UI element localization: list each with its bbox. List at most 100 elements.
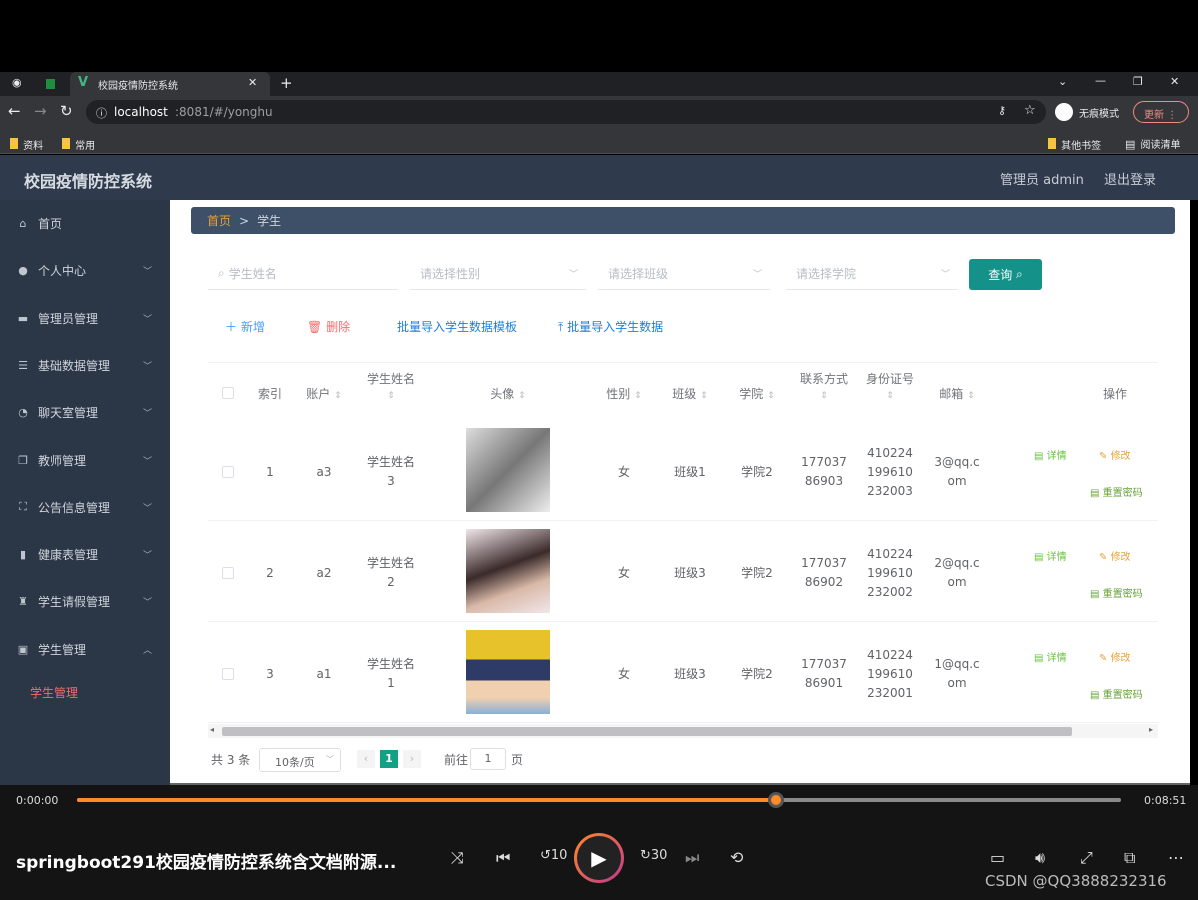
key-icon[interactable]: ⚷ [998, 104, 1006, 117]
plus-icon: ＋ [225, 320, 238, 334]
back-icon[interactable]: ← [8, 102, 21, 120]
goto-page-input[interactable]: 1 [470, 748, 506, 770]
repeat-off-icon[interactable]: ⟲ [730, 848, 743, 867]
sort-icon[interactable]: ⇕ [634, 391, 642, 401]
reset-password-button[interactable]: ▤ 重置密码 [1090, 484, 1143, 499]
sort-icon[interactable]: ⇕ [967, 391, 975, 401]
sheet-tab-icon[interactable] [46, 79, 55, 89]
sidebar-item[interactable]: ☰ 基础数据管理 ﹀ [0, 342, 170, 389]
close-tab-icon[interactable]: ✕ [248, 76, 257, 89]
detail-button[interactable]: ▤ 详情 [1034, 447, 1067, 462]
reload-icon[interactable]: ↻ [60, 102, 73, 120]
play-button[interactable]: ▶ [574, 833, 624, 883]
sidebar-item[interactable]: ❐ 教师管理 ﹀ [0, 437, 170, 484]
column-header[interactable]: 身份证号 ⇕ [855, 370, 925, 401]
column-header[interactable]: 学院 ⇕ [722, 385, 792, 402]
seek-handle[interactable] [768, 792, 785, 808]
detail-button[interactable]: ▤ 详情 [1034, 649, 1067, 664]
reset-password-button[interactable]: ▤ 重置密码 [1090, 686, 1143, 701]
delete-button[interactable]: 🗑 删除 [307, 318, 350, 335]
other-bookmarks[interactable]: 其他书签 [1048, 134, 1101, 153]
close-window-icon[interactable]: ✕ [1170, 75, 1179, 88]
detail-button[interactable]: ▤ 详情 [1034, 548, 1067, 563]
sidebar-item[interactable]: ◔ 聊天室管理 ﹀ [0, 389, 170, 436]
sidebar-item[interactable]: ▣ 学生管理 ︿ [0, 626, 170, 673]
globe-icon[interactable]: ◉ [12, 76, 22, 89]
fullscreen-icon[interactable]: ⤢ [1080, 848, 1093, 868]
previous-icon[interactable]: ⏮ [496, 848, 510, 868]
column-header[interactable]: 账户 ⇕ [289, 385, 359, 402]
class-select[interactable]: 请选择班级 ﹀ [598, 258, 770, 290]
minimize-icon[interactable]: — [1095, 74, 1106, 87]
edit-button[interactable]: ✎ 修改 [1099, 548, 1131, 563]
page-1-button[interactable]: 1 [380, 750, 398, 768]
query-button[interactable]: 查询 ⌕ [969, 259, 1042, 290]
scrollbar-thumb[interactable] [222, 727, 1072, 736]
breadcrumb-home[interactable]: 首页 [207, 212, 231, 229]
sort-icon[interactable]: ⇕ [518, 391, 526, 401]
download-template-button[interactable]: 批量导入学生数据模板 [397, 318, 517, 335]
tab-search-icon[interactable]: ⌄ [1058, 75, 1067, 88]
scroll-left-icon[interactable]: ◂ [210, 725, 214, 734]
rewind-10-icon[interactable]: ↺10 [540, 848, 567, 863]
student-name-input[interactable]: ⌕ 学生姓名 [208, 258, 398, 290]
select-all-checkbox[interactable] [222, 387, 234, 399]
row-checkbox[interactable] [222, 567, 234, 579]
sort-icon[interactable]: ⇕ [387, 391, 395, 401]
sidebar-item[interactable]: ▮ 健康表管理 ﹀ [0, 531, 170, 578]
college-select[interactable]: 请选择学院 ﹀ [786, 258, 958, 290]
logout-link[interactable]: 退出登录 [1104, 169, 1156, 188]
edit-button[interactable]: ✎ 修改 [1099, 447, 1131, 462]
url-input[interactable]: ⓘ localhost :8081/#/yonghu ⚷ ☆ [86, 100, 1046, 124]
sidebar-item[interactable]: ⛶ 公告信息管理 ﹀ [0, 484, 170, 531]
bookmark-folder[interactable]: 资料 [10, 134, 43, 153]
column-header[interactable]: 联系方式 ⇕ [789, 370, 859, 401]
mini-player-icon[interactable]: ⧉ [1124, 848, 1135, 868]
sidebar-item[interactable]: ● 个人中心 ﹀ [0, 247, 170, 294]
class-placeholder: 请选择班级 [608, 267, 669, 281]
column-header[interactable]: 班级 ⇕ [655, 385, 725, 402]
sort-icon[interactable]: ⇕ [334, 391, 342, 401]
horizontal-scrollbar[interactable]: ◂ ▸ [208, 724, 1158, 738]
forward-30-icon[interactable]: ↻30 [640, 848, 667, 863]
add-button[interactable]: ＋ 新增 [225, 318, 265, 335]
reset-password-button[interactable]: ▤ 重置密码 [1090, 585, 1143, 600]
row-checkbox[interactable] [222, 466, 234, 478]
shuffle-icon[interactable]: ⤨ [451, 848, 464, 868]
import-button[interactable]: ⤒ 批量导入学生数据 [558, 318, 663, 335]
volume-icon[interactable]: 🔊︎ [1035, 848, 1045, 868]
seek-bar[interactable] [77, 792, 1121, 808]
more-icon[interactable]: ⋯ [1168, 848, 1184, 867]
sort-icon[interactable]: ⇕ [767, 391, 775, 401]
new-tab-icon[interactable]: + [280, 74, 293, 92]
update-button[interactable]: 更新 ⋮ [1133, 101, 1189, 123]
next-page-button[interactable]: › [403, 750, 421, 768]
prev-page-button[interactable]: ‹ [357, 750, 375, 768]
column-header[interactable]: 学生姓名 ⇕ [356, 370, 426, 401]
subtitles-icon[interactable]: ▭ [990, 848, 1005, 867]
column-header[interactable]: 邮箱 ⇕ [922, 385, 992, 402]
reading-list[interactable]: ▤ 阅读清单 [1125, 133, 1181, 152]
star-icon[interactable]: ☆ [1024, 103, 1036, 118]
row-checkbox[interactable] [222, 668, 234, 680]
scroll-right-icon[interactable]: ▸ [1149, 725, 1153, 734]
sidebar-item[interactable]: ▬ 管理员管理 ﹀ [0, 295, 170, 342]
maximize-icon[interactable]: ❐ [1133, 75, 1143, 88]
column-header[interactable]: 头像 ⇕ [473, 385, 543, 402]
sidebar-item[interactable]: ⌂ 首页 [0, 200, 170, 247]
next-icon[interactable]: ⏭ [685, 848, 699, 868]
column-header[interactable]: 性别 ⇕ [589, 385, 659, 402]
page-size-select[interactable]: 10条/页 ﹀ [259, 748, 341, 772]
sort-icon[interactable]: ⇕ [700, 391, 708, 401]
sidebar-item[interactable]: ♜ 学生请假管理 ﹀ [0, 578, 170, 625]
gender-select[interactable]: 请选择性别 ﹀ [410, 258, 586, 290]
bookmark-folder[interactable]: 常用 [62, 134, 95, 153]
edit-button[interactable]: ✎ 修改 [1099, 649, 1131, 664]
sort-icon[interactable]: ⇕ [886, 391, 894, 401]
incognito-badge[interactable]: 无痕模式 [1055, 102, 1125, 122]
forward-icon[interactable]: → [34, 102, 47, 120]
sort-icon[interactable]: ⇕ [820, 391, 828, 401]
sidebar-subitem-active[interactable]: 学生管理 [0, 674, 170, 710]
header-label: 学生姓名 [366, 372, 415, 386]
active-tab[interactable]: V 校园疫情防控系统 ✕ [70, 72, 270, 96]
